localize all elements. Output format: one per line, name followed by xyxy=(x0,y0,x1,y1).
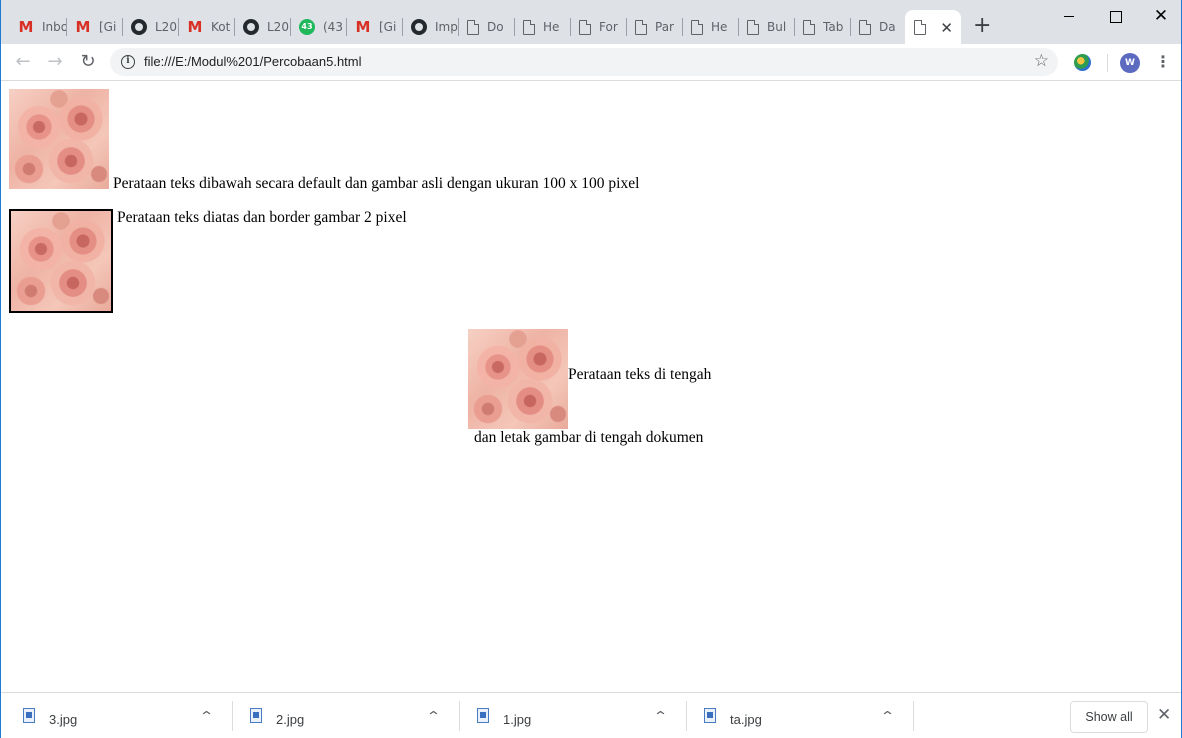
rose-image-centered xyxy=(468,329,568,429)
github-icon xyxy=(131,19,147,35)
tab-title: He xyxy=(711,20,728,34)
download-item[interactable]: 1.jpg ⌄ xyxy=(455,693,682,738)
tab-active[interactable]: ✕ xyxy=(905,10,961,44)
document-icon xyxy=(691,19,703,35)
tab-gmail[interactable]: M Kot xyxy=(178,10,234,44)
reload-icon[interactable]: ↻ xyxy=(76,50,100,74)
tab-title: [Gi xyxy=(379,20,397,34)
tab-document[interactable]: Bul xyxy=(738,10,794,44)
tab-gmail[interactable]: M [Gi xyxy=(66,10,122,44)
image-file-icon xyxy=(23,708,35,723)
url-text[interactable]: file:///E:/Modul%201/Percobaan5.html xyxy=(144,54,362,69)
forward-arrow-icon[interactable]: → xyxy=(43,50,67,74)
page-content: Perataan teks dibawah secara default dan… xyxy=(1,82,1181,692)
gmail-icon: M xyxy=(18,18,34,36)
tab-inbox[interactable]: M Inbox xyxy=(9,10,66,44)
minimize-button[interactable] xyxy=(1059,6,1079,26)
caption-top: Perataan teks diatas dan border gambar 2… xyxy=(117,209,407,226)
new-tab-button[interactable]: + xyxy=(973,14,991,38)
gmail-icon: M xyxy=(75,18,91,36)
show-all-button[interactable]: Show all xyxy=(1070,701,1148,733)
image-file-icon xyxy=(250,708,262,723)
whatsapp-icon: 43 xyxy=(299,19,315,35)
document-icon xyxy=(579,19,591,35)
back-arrow-icon[interactable]: ← xyxy=(11,50,35,74)
download-item[interactable]: 3.jpg ⌄ xyxy=(1,693,228,738)
address-bar[interactable]: i file:///E:/Modul%201/Percobaan5.html ☆ xyxy=(110,48,1058,76)
document-icon xyxy=(635,19,647,35)
tab-title: L20 xyxy=(267,20,289,34)
browser-toolbar: ← → ↻ i file:///E:/Modul%201/Percobaan5.… xyxy=(1,44,1181,81)
tab-strip: M Inbox M [Gi L20 M Kot L20 43 (43 M [Gi… xyxy=(1,0,1181,44)
download-filename: 2.jpg xyxy=(276,712,305,727)
download-item[interactable]: ta.jpg ⌄ xyxy=(682,693,909,738)
tab-title: For xyxy=(599,20,618,34)
download-filename: 1.jpg xyxy=(503,712,532,727)
gmail-icon: M xyxy=(187,18,203,36)
more-menu-icon[interactable]: ⋮ xyxy=(1155,52,1171,72)
document-icon xyxy=(467,19,479,35)
close-shelf-icon[interactable]: ✕ xyxy=(1157,705,1171,725)
download-filename: 3.jpg xyxy=(49,712,78,727)
extension-icon[interactable] xyxy=(1074,54,1091,71)
chevron-up-icon[interactable]: ⌄ xyxy=(199,707,214,722)
image-file-icon xyxy=(704,708,716,723)
tab-title: [Gi xyxy=(99,20,117,34)
bookmark-star-icon[interactable]: ☆ xyxy=(1034,51,1049,71)
info-icon[interactable]: i xyxy=(121,55,135,69)
tab-document[interactable]: Tab xyxy=(794,10,850,44)
tab-title: He xyxy=(543,20,560,34)
tab-title: Tab xyxy=(823,20,844,34)
tab-gmail[interactable]: M [Gi xyxy=(346,10,402,44)
tab-whatsapp[interactable]: 43 (43 xyxy=(290,10,346,44)
document-icon xyxy=(859,19,871,35)
chevron-up-icon[interactable]: ⌄ xyxy=(426,707,441,722)
toolbar-separator xyxy=(1107,54,1108,72)
tab-title: Imp xyxy=(435,20,458,34)
close-window-button[interactable]: ✕ xyxy=(1151,6,1171,26)
tab-document[interactable]: For xyxy=(570,10,626,44)
tab-github[interactable]: L20 xyxy=(122,10,178,44)
github-icon xyxy=(243,19,259,35)
github-icon xyxy=(411,19,427,35)
rose-image-bordered xyxy=(9,209,113,313)
document-icon xyxy=(803,19,815,35)
tab-document[interactable]: He xyxy=(682,10,738,44)
caption-middle: Perataan teks di tengah xyxy=(568,366,712,383)
tab-title: (43 xyxy=(323,20,343,34)
profile-avatar[interactable]: W xyxy=(1120,53,1140,73)
image-file-icon xyxy=(477,708,489,723)
tab-document[interactable]: Par xyxy=(626,10,682,44)
tab-title: Inbox xyxy=(42,20,66,34)
document-icon xyxy=(523,19,535,35)
tab-title: Kot xyxy=(211,20,231,34)
download-item[interactable]: 2.jpg ⌄ xyxy=(228,693,455,738)
tab-title: Bul xyxy=(767,20,787,34)
rose-image xyxy=(9,89,109,189)
chevron-up-icon[interactable]: ⌄ xyxy=(653,707,668,722)
tab-title: Da xyxy=(879,20,896,34)
tab-title: Par xyxy=(655,20,674,34)
maximize-button[interactable] xyxy=(1105,6,1125,26)
document-icon xyxy=(914,19,926,35)
tab-github[interactable]: Imp xyxy=(402,10,458,44)
tab-github[interactable]: L20 xyxy=(234,10,290,44)
download-separator xyxy=(913,701,914,731)
document-icon xyxy=(747,19,759,35)
tab-document[interactable]: He xyxy=(514,10,570,44)
tab-title: Do xyxy=(487,20,504,34)
close-tab-icon[interactable]: ✕ xyxy=(940,19,953,37)
caption-center: dan letak gambar di tengah dokumen xyxy=(474,429,704,446)
caption-default: Perataan teks dibawah secara default dan… xyxy=(113,175,640,192)
tab-document[interactable]: Da xyxy=(850,10,905,44)
download-filename: ta.jpg xyxy=(730,712,762,727)
download-shelf: 3.jpg ⌄ 2.jpg ⌄ 1.jpg ⌄ ta.jpg ⌄ Show al… xyxy=(1,692,1181,738)
tab-document[interactable]: Do xyxy=(458,10,514,44)
chevron-up-icon[interactable]: ⌄ xyxy=(880,707,895,722)
gmail-icon: M xyxy=(355,18,371,36)
tab-title: L20 xyxy=(155,20,177,34)
